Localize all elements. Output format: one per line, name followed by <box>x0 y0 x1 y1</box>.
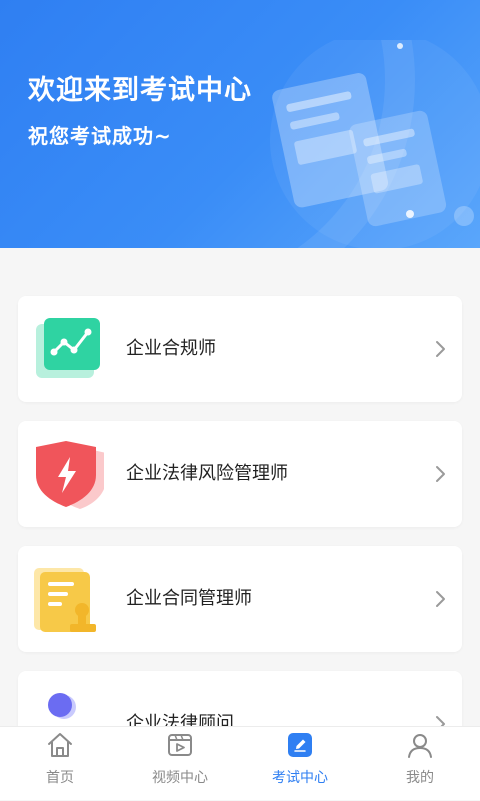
tab-label: 考试中心 <box>272 770 328 786</box>
chevron-right-icon <box>436 466 445 482</box>
exam-item-label: 企业法律顾问 <box>126 713 234 726</box>
exam-item-contract[interactable]: 企业合同管理师 <box>18 546 462 652</box>
tab-label: 视频中心 <box>152 770 208 786</box>
document-seal-icon <box>34 568 96 632</box>
chevron-right-icon <box>436 341 445 357</box>
chart-line-icon <box>36 318 100 378</box>
banner-title: 欢迎来到考试中心 <box>28 75 252 106</box>
person-icon <box>48 693 76 719</box>
exam-item-legal-risk[interactable]: 企业法律风险管理师 <box>18 421 462 527</box>
chevron-right-icon <box>436 716 445 726</box>
documents-illustration-icon <box>270 40 480 248</box>
exam-item-label: 企业合规师 <box>126 338 216 359</box>
tab-mine[interactable]: 我的 <box>360 727 480 801</box>
banner: 欢迎来到考试中心 祝您考试成功~ <box>0 0 480 248</box>
shield-lightning-icon <box>36 441 104 509</box>
exam-item-label: 企业法律风险管理师 <box>126 463 288 484</box>
tab-label: 首页 <box>46 770 74 786</box>
exam-item-label: 企业合同管理师 <box>126 588 252 609</box>
video-icon <box>168 734 192 756</box>
tab-label: 我的 <box>406 770 434 786</box>
tab-home[interactable]: 首页 <box>0 727 120 801</box>
tab-exam-center[interactable]: 考试中心 <box>240 727 360 801</box>
bottom-tab-bar: 首页 视频中心 考试中心 我的 <box>0 726 480 800</box>
edit-icon <box>288 733 312 757</box>
user-icon <box>408 734 432 758</box>
home-icon <box>48 733 72 757</box>
exam-item-compliance[interactable]: 企业合规师 <box>18 296 462 402</box>
exam-item-legal-advisor[interactable]: 企业法律顾问 <box>18 671 462 726</box>
banner-subtitle: 祝您考试成功~ <box>28 124 172 148</box>
chevron-right-icon <box>436 591 445 607</box>
exam-list: 企业合规师 企业法律风险管理师 企业合同管理师 企业法律顾问 <box>0 248 480 726</box>
tab-video-center[interactable]: 视频中心 <box>120 727 240 801</box>
